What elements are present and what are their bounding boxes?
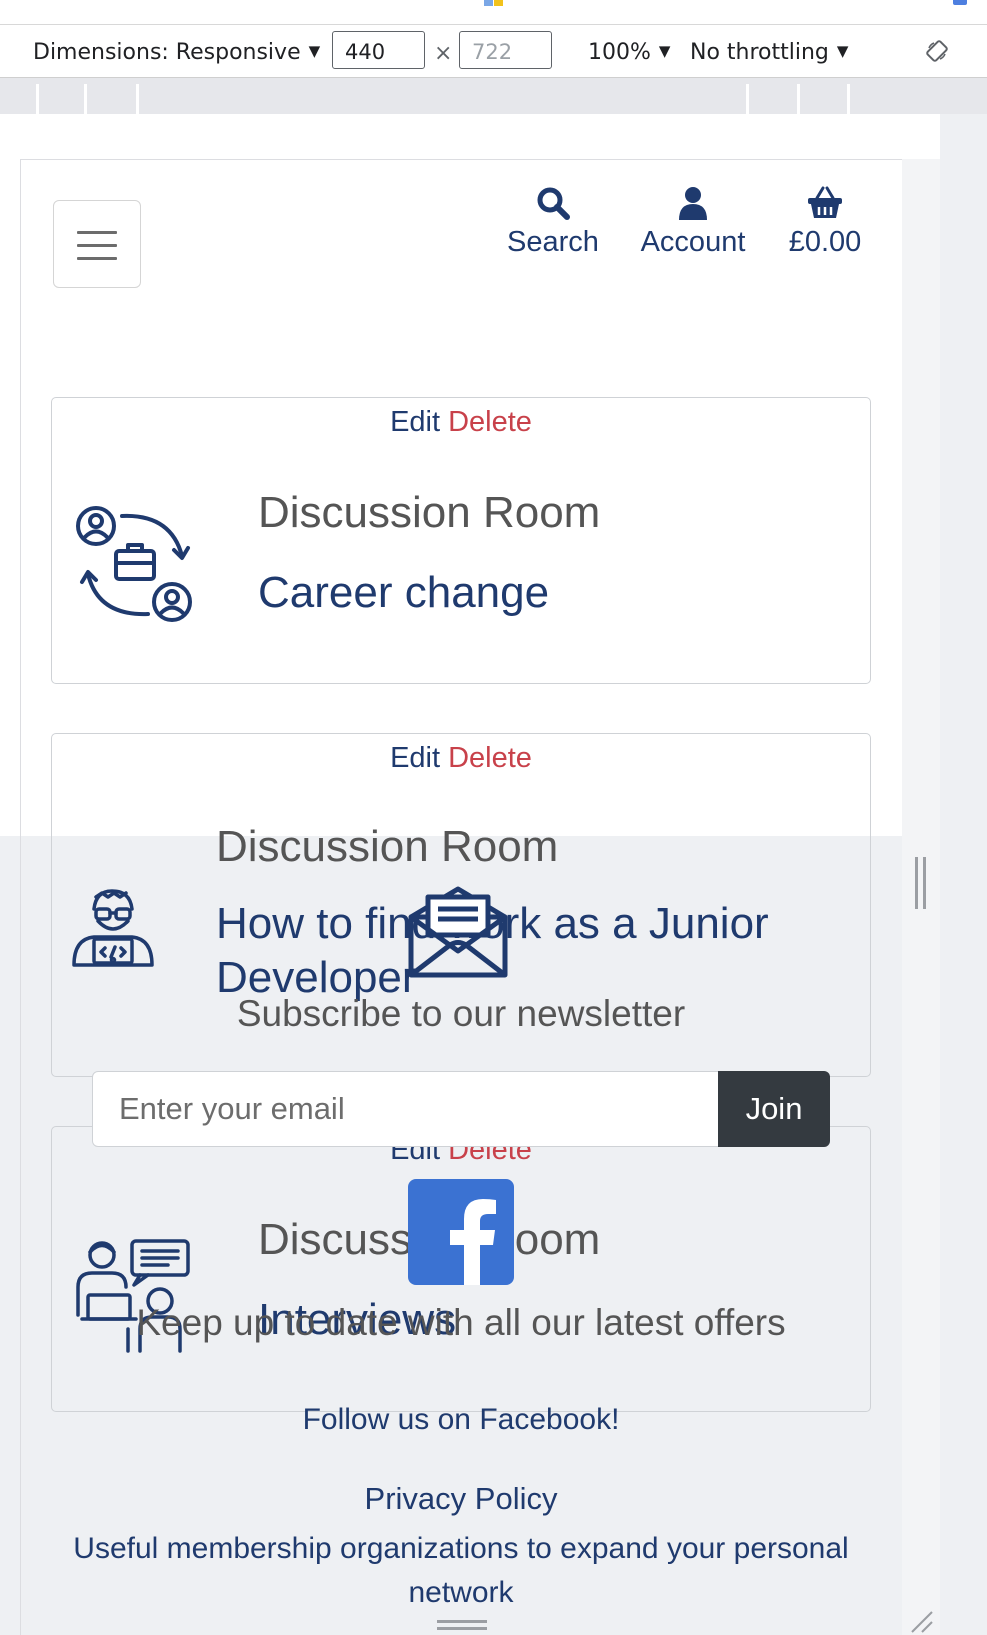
privacy-policy-link[interactable]: Privacy Policy xyxy=(0,1481,922,1517)
join-button[interactable]: Join xyxy=(718,1071,830,1147)
media-query-bar[interactable] xyxy=(0,78,987,114)
basket-icon xyxy=(808,186,842,218)
nav-account[interactable]: Account xyxy=(633,186,753,259)
rotate-icon[interactable] xyxy=(925,39,949,63)
card-eyebrow: Discussion Room xyxy=(216,822,559,871)
browser-top-strip xyxy=(0,0,987,25)
edit-link[interactable]: Edit xyxy=(390,406,440,438)
dimensions-dropdown[interactable]: Dimensions: Responsive ▼ xyxy=(33,40,320,65)
discussion-card[interactable]: Edit Delete Discussion Room Career chang… xyxy=(51,397,871,684)
zoom-label: 100% xyxy=(588,40,651,65)
nav-search-label: Search xyxy=(507,226,599,258)
email-input[interactable] xyxy=(92,1071,719,1147)
menu-toggle-button[interactable] xyxy=(53,200,141,288)
nav-search[interactable]: Search xyxy=(503,186,603,259)
edit-link[interactable]: Edit xyxy=(390,742,440,774)
facebook-logo xyxy=(450,1199,496,1285)
throttling-label: No throttling xyxy=(690,40,829,65)
card-actions: Edit Delete xyxy=(52,406,870,439)
card-eyebrow: Discussion Room xyxy=(258,488,601,537)
app-icon-fragment xyxy=(494,0,503,6)
device-toolbar: Dimensions: Responsive ▼ 440 × 722 100% ▼ … xyxy=(0,25,987,78)
dropdown-caret-icon: ▼ xyxy=(658,42,671,60)
facebook-icon[interactable] xyxy=(408,1179,514,1285)
app-icon-fragment xyxy=(484,0,493,6)
height-input[interactable]: 722 xyxy=(459,31,552,69)
card-title[interactable]: Career change xyxy=(258,566,848,620)
envelope-icon xyxy=(408,886,508,978)
throttling-dropdown[interactable]: No throttling ▼ xyxy=(690,40,848,65)
newsletter-form: Join xyxy=(92,1071,830,1147)
newsletter-heading: Subscribe to our newsletter xyxy=(236,993,686,1034)
card-actions: Edit Delete xyxy=(52,742,870,775)
dimension-separator: × xyxy=(434,41,453,66)
resize-corner-icon[interactable] xyxy=(908,1608,934,1634)
dropdown-caret-icon: ▼ xyxy=(308,42,321,60)
zoom-dropdown[interactable]: 100% ▼ xyxy=(588,40,670,65)
nav-account-label: Account xyxy=(640,226,746,258)
facebook-follow-link[interactable]: Follow us on Facebook! xyxy=(0,1403,922,1437)
user-icon xyxy=(679,187,707,220)
delete-link[interactable]: Delete xyxy=(448,406,532,438)
resize-handle-right[interactable] xyxy=(915,857,927,909)
career-change-icon xyxy=(76,506,192,622)
offers-tagline: Keep up to date with all our latest offe… xyxy=(136,1302,786,1343)
dimensions-label: Dimensions: Responsive xyxy=(33,40,301,65)
basket-total: £0.00 xyxy=(788,226,862,258)
useful-links-heading[interactable]: Useful membership organizations to expan… xyxy=(40,1527,882,1614)
app-icon-fragment xyxy=(953,0,967,5)
resize-handle-bottom[interactable] xyxy=(437,1620,487,1630)
delete-link[interactable]: Delete xyxy=(448,742,532,774)
dropdown-caret-icon: ▼ xyxy=(836,42,849,60)
search-icon xyxy=(537,187,570,220)
card-title[interactable]: How to find work as a Junior Developer xyxy=(216,897,856,1004)
nav-basket[interactable]: £0.00 xyxy=(780,186,870,259)
width-input[interactable]: 440 xyxy=(332,31,425,69)
junior-developer-icon xyxy=(72,889,154,967)
